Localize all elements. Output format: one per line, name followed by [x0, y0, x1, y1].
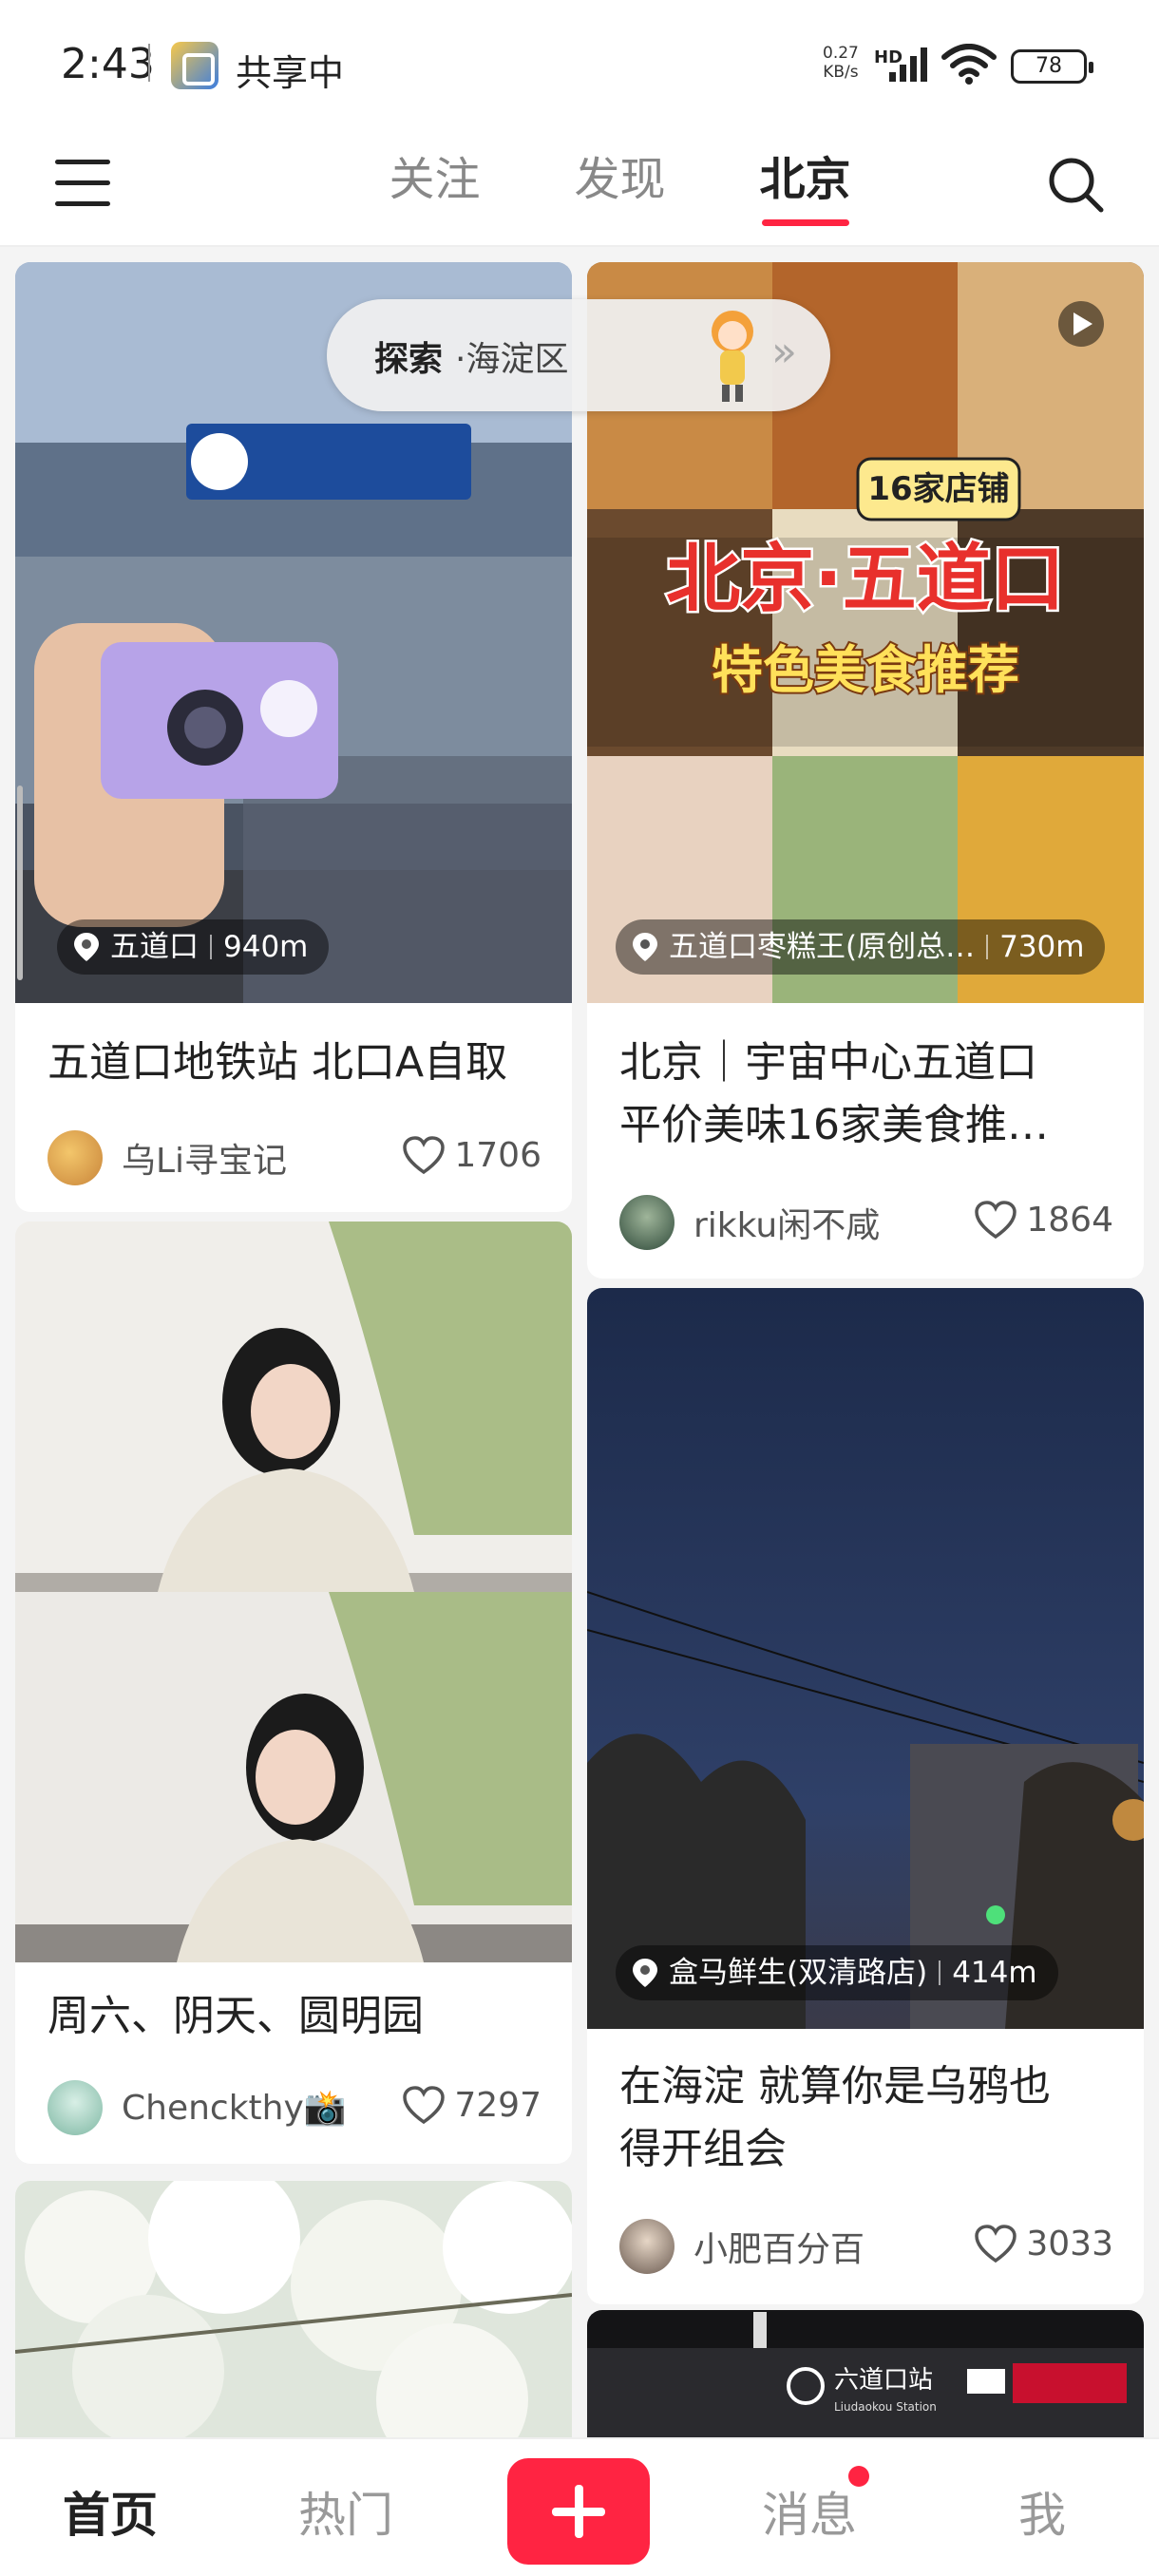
- feed[interactable]: 五道口 940m 五道口地铁站 北口A自取 乌Li寻宝记 1706 周六、阴天、…: [0, 249, 1159, 2443]
- status-time: 2:43: [61, 40, 155, 88]
- like-button[interactable]: 1864: [973, 1199, 1113, 1241]
- tab-beijing[interactable]: 北京: [712, 146, 898, 226]
- cover-title: 北京·五道口: [666, 537, 1065, 622]
- heart-icon: [403, 2086, 446, 2125]
- status-divider: [148, 44, 150, 82]
- like-count: 3033: [1026, 2224, 1113, 2263]
- battery-icon: 78: [1011, 49, 1093, 84]
- station-sign-english: Liudaokou Station: [834, 2400, 937, 2414]
- author-name: rikku闲不咸: [694, 1206, 881, 1245]
- note-card[interactable]: 六道口站 Liudaokou Station: [587, 2310, 1144, 2443]
- cover-image-girl-willow: [15, 1222, 572, 1962]
- note-author[interactable]: rikku闲不咸: [619, 1195, 880, 1250]
- note-title-line-2: 平价美味16家美食推…: [619, 1101, 1049, 1149]
- location-distance: 414m: [952, 1956, 1037, 1990]
- note-card[interactable]: 16家店铺 北京·五道口 特色美食推荐 五道口枣糕王(原创总… 730m 北京｜…: [587, 262, 1144, 1279]
- network-rate-value: 0.27: [823, 44, 859, 63]
- note-title: 北京｜宇宙中心五道口 平价美味16家美食推…: [619, 1032, 1049, 1157]
- cover-badge: 16家店铺: [867, 470, 1009, 508]
- author-name: 小肥百分百: [694, 2230, 865, 2269]
- chevron-right-icon: »: [771, 328, 797, 376]
- signal-icon: [889, 47, 927, 82]
- network-rate-unit: KB/s: [823, 63, 859, 82]
- cover-image-night-crows: [587, 1288, 1144, 2029]
- location-tag[interactable]: 五道口 940m: [57, 919, 330, 975]
- cover-image-station-sign: 六道口站 Liudaokou Station: [587, 2310, 1144, 2443]
- share-app-icon: [171, 42, 218, 89]
- note-author[interactable]: 小肥百分百: [619, 2219, 864, 2274]
- feed-tabs: 关注 发现 北京: [342, 146, 898, 226]
- note-title: 五道口地铁站 北口A自取: [48, 1038, 508, 1087]
- location-pin-icon: [74, 933, 99, 961]
- wifi-icon: [941, 44, 997, 85]
- note-title-line-1: 在海淀 就算你是乌鸦也: [619, 2062, 1051, 2111]
- location-pin-icon: [633, 1959, 657, 1987]
- avatar: [619, 2219, 674, 2274]
- location-distance: 940m: [223, 930, 309, 964]
- explore-area-name: 海淀区: [466, 340, 569, 379]
- scrollbar[interactable]: [17, 786, 23, 980]
- menu-icon[interactable]: [55, 160, 110, 207]
- bottom-navigation: 首页 热门 消息 我: [0, 2437, 1159, 2576]
- note-title-line-2: 得开组会: [619, 2125, 787, 2173]
- nav-hot[interactable]: 热门: [298, 2477, 393, 2546]
- heart-icon: [975, 2225, 1017, 2263]
- like-count: 1706: [454, 1135, 542, 1175]
- location-name: 盒马鲜生(双清路店): [669, 1956, 928, 1990]
- heart-icon: [975, 1201, 1017, 1240]
- tab-following[interactable]: 关注: [342, 146, 527, 213]
- author-name: Chenckthy📸: [122, 2089, 347, 2128]
- location-pin-icon: [633, 933, 657, 961]
- explore-separator: ·: [455, 340, 466, 379]
- location-tag[interactable]: 五道口枣糕王(原创总… 730m: [616, 919, 1106, 975]
- like-button[interactable]: 1706: [401, 1134, 542, 1176]
- mascot-icon: [712, 311, 753, 402]
- note-title: 周六、阴天、圆明园: [48, 1992, 424, 2040]
- avatar: [619, 1195, 674, 1250]
- note-card[interactable]: 盒马鲜生(双清路店) 414m 在海淀 就算你是乌鸦也 得开组会 小肥百分百 3…: [587, 1288, 1144, 2304]
- status-share-label: 共享中: [236, 52, 345, 94]
- avatar: [48, 2080, 103, 2135]
- explore-area: ·海淀区: [455, 331, 568, 381]
- heart-icon: [403, 1136, 446, 1175]
- nav-home[interactable]: 首页: [63, 2477, 158, 2546]
- nav-me[interactable]: 我: [1018, 2477, 1066, 2546]
- author-name: 乌Li寻宝记: [122, 1142, 288, 1181]
- note-author[interactable]: Chenckthy📸: [48, 2080, 347, 2135]
- unread-dot: [848, 2466, 869, 2487]
- location-name: 五道口: [110, 930, 199, 964]
- tab-discover[interactable]: 发现: [527, 146, 712, 213]
- station-sign-name: 六道口站: [834, 2366, 933, 2395]
- explore-area-pill[interactable]: 探索 ·海淀区 »: [327, 299, 830, 411]
- note-card[interactable]: 周六、阴天、圆明园 Chenckthy📸 7297: [15, 1222, 572, 2164]
- note-title: 在海淀 就算你是乌鸦也 得开组会: [619, 2055, 1051, 2181]
- explore-label: 探索: [374, 340, 444, 379]
- cover-image-blossoms: [15, 2181, 572, 2443]
- top-navigation: 关注 发现 北京: [0, 133, 1159, 247]
- network-rate: 0.27 KB/s: [823, 44, 859, 82]
- nav-messages[interactable]: 消息: [762, 2477, 857, 2546]
- avatar: [48, 1130, 103, 1185]
- like-count: 7297: [454, 2085, 542, 2125]
- status-bar: 2:43 共享中 0.27 KB/s HD 78: [0, 0, 1159, 133]
- location-tag[interactable]: 盒马鲜生(双清路店) 414m: [616, 1945, 1058, 2000]
- location-distance: 730m: [999, 930, 1085, 964]
- like-button[interactable]: 3033: [973, 2223, 1113, 2264]
- note-author[interactable]: 乌Li寻宝记: [48, 1130, 287, 1185]
- note-card[interactable]: [15, 2181, 572, 2443]
- like-button[interactable]: 7297: [401, 2084, 542, 2126]
- search-icon[interactable]: [1045, 154, 1106, 215]
- note-title-line-1: 北京｜宇宙中心五道口: [619, 1038, 1037, 1087]
- cover-subtitle: 特色美食推荐: [712, 640, 1019, 700]
- publish-plus-button[interactable]: [507, 2458, 650, 2565]
- location-name: 五道口枣糕王(原创总…: [669, 930, 976, 964]
- like-count: 1864: [1026, 1200, 1113, 1240]
